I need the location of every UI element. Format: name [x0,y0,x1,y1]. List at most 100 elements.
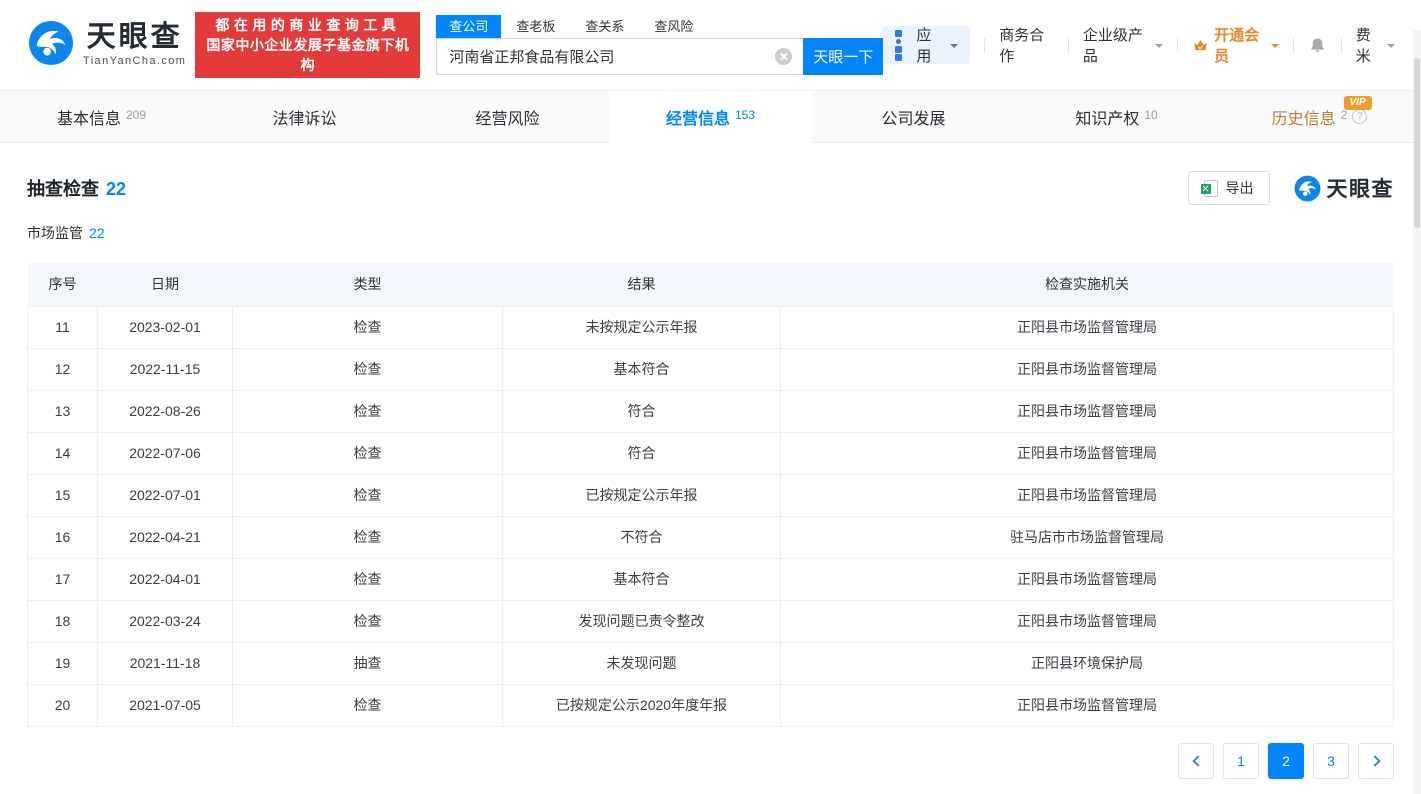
vip-badge: VIP [1344,96,1372,110]
search-input[interactable] [436,38,803,75]
cell-agency: 正阳县市场监督管理局 [781,432,1394,474]
divider [1293,38,1294,53]
page-button-1[interactable]: 1 [1223,743,1259,779]
subsection-count: 22 [89,225,105,241]
tab-business-info[interactable]: 经营信息 153 [609,91,812,142]
cell-result: 已按规定公示2020年度年报 [503,684,781,726]
scrollbar-thumb[interactable] [1414,58,1420,228]
top-header: 天眼查 TianYanCha.com 都在用的商业查询工具 国家中小企业发展子基… [0,0,1421,90]
notification-bell-icon[interactable] [1308,36,1327,55]
next-page-button[interactable] [1358,743,1394,779]
table-row: 15 2022-07-01 检查 已按规定公示年报 正阳县市场监督管理局 [28,474,1394,516]
chevron-left-icon [1192,755,1203,766]
cell-agency: 正阳县市场监督管理局 [781,474,1394,516]
cell-date: 2023-02-01 [98,306,233,348]
table-row: 19 2021-11-18 抽查 未发现问题 正阳县环境保护局 [28,642,1394,684]
chevron-down-icon [950,44,958,52]
nav-cooperation[interactable]: 商务合作 [999,24,1054,66]
cell-date: 2021-11-18 [98,642,233,684]
cell-agency: 正阳县市场监督管理局 [781,390,1394,432]
table-header-row: 序号 日期 类型 结果 检查实施机关 [28,263,1394,306]
cell-result: 未按规定公示年报 [503,306,781,348]
table-row: 11 2023-02-01 检查 未按规定公示年报 正阳县市场监督管理局 [28,306,1394,348]
user-menu[interactable]: 费米 [1356,24,1395,66]
cell-type: 检查 [233,306,503,348]
cell-result: 发现问题已责令整改 [503,600,781,642]
crown-icon [1192,37,1209,54]
cell-agency: 正阳县市场监督管理局 [781,684,1394,726]
chevron-down-icon [1155,44,1163,52]
cell-agency: 正阳县市场监督管理局 [781,348,1394,390]
tab-intellectual-property[interactable]: 知识产权 10 [1015,91,1218,142]
search-tab-boss[interactable]: 查老板 [514,15,557,38]
logo-text: 天眼查 [87,23,183,52]
export-button[interactable]: 导出 [1188,171,1270,205]
cell-type: 检查 [233,348,503,390]
cell-seq: 14 [28,432,98,474]
search-button[interactable]: 天眼一下 [803,38,883,75]
cell-agency: 正阳县市场监督管理局 [781,306,1394,348]
prev-page-button[interactable] [1178,743,1214,779]
cell-result: 不符合 [503,516,781,558]
apps-grid-icon [895,38,908,53]
col-header-date: 日期 [98,263,233,306]
search-tab-relation[interactable]: 查关系 [583,15,626,38]
help-icon[interactable]: ? [1352,109,1367,124]
tab-company-development[interactable]: 公司发展 [812,91,1015,142]
cell-date: 2022-04-01 [98,558,233,600]
nav-enterprise[interactable]: 企业级产品 [1083,24,1163,66]
cell-seq: 20 [28,684,98,726]
company-tabs: 基本信息 209 法律诉讼 经营风险 经营信息 153 公司发展 知识产权 10… [0,90,1421,143]
slogan-line2: 国家中小企业发展子基金旗下机构 [205,35,410,75]
chevron-down-icon [1271,44,1279,52]
nav-open-vip[interactable]: 开通会员 [1192,24,1279,66]
cell-result: 未发现问题 [503,642,781,684]
table-row: 17 2022-04-01 检查 基本符合 正阳县市场监督管理局 [28,558,1394,600]
cell-result: 基本符合 [503,348,781,390]
cell-date: 2022-04-21 [98,516,233,558]
search-tab-company[interactable]: 查公司 [436,15,501,38]
col-header-result: 结果 [503,263,781,306]
cell-seq: 17 [28,558,98,600]
tab-business-risk[interactable]: 经营风险 [406,91,609,142]
main-content: 抽查检查22 导出 天眼查 [0,170,1421,779]
col-header-seq: 序号 [28,263,98,306]
tab-history-info[interactable]: VIP 历史信息 2 ? [1218,91,1421,142]
tab-basic-info[interactable]: 基本信息 209 [0,91,203,142]
divider [1177,38,1178,53]
table-row: 13 2022-08-26 检查 符合 正阳县市场监督管理局 [28,390,1394,432]
cell-type: 检查 [233,432,503,474]
search-block: 查公司 查老板 查关系 查风险 天眼一下 [436,15,883,75]
apps-label: 应用 [916,24,942,66]
cell-type: 检查 [233,558,503,600]
col-header-type: 类型 [233,263,503,306]
table-row: 14 2022-07-06 检查 符合 正阳县市场监督管理局 [28,432,1394,474]
tianyancha-watermark-icon [1294,175,1321,202]
cell-date: 2022-03-24 [98,600,233,642]
cell-seq: 16 [28,516,98,558]
search-tab-risk[interactable]: 查风险 [652,15,695,38]
table-row: 18 2022-03-24 检查 发现问题已责令整改 正阳县市场监督管理局 [28,600,1394,642]
export-label: 导出 [1226,178,1254,198]
cell-result: 已按规定公示年报 [503,474,781,516]
chevron-right-icon [1369,755,1380,766]
cell-result: 符合 [503,390,781,432]
username: 费米 [1356,24,1382,66]
page-button-3[interactable]: 3 [1313,743,1349,779]
tab-legal-litigation[interactable]: 法律诉讼 [203,91,406,142]
inspection-table: 序号 日期 类型 结果 检查实施机关 11 2023-02-01 检查 未按规定… [27,263,1394,727]
tianyancha-logo[interactable]: 天眼查 TianYanCha.com [28,20,186,71]
section-title: 抽查检查22 [27,175,126,201]
cell-date: 2022-07-01 [98,474,233,516]
cell-type: 检查 [233,600,503,642]
cell-seq: 12 [28,348,98,390]
top-nav: 应用 商务合作 企业级产品 开通会员 [883,24,1395,66]
apps-menu[interactable]: 应用 [883,26,970,64]
cell-type: 检查 [233,474,503,516]
page-button-2[interactable]: 2 [1268,743,1304,779]
logo-domain: TianYanCha.com [83,55,186,67]
section-header: 抽查检查22 导出 天眼查 [27,170,1394,206]
chevron-down-icon [1387,44,1395,52]
cell-result: 符合 [503,432,781,474]
scrollbar[interactable] [1413,30,1421,794]
